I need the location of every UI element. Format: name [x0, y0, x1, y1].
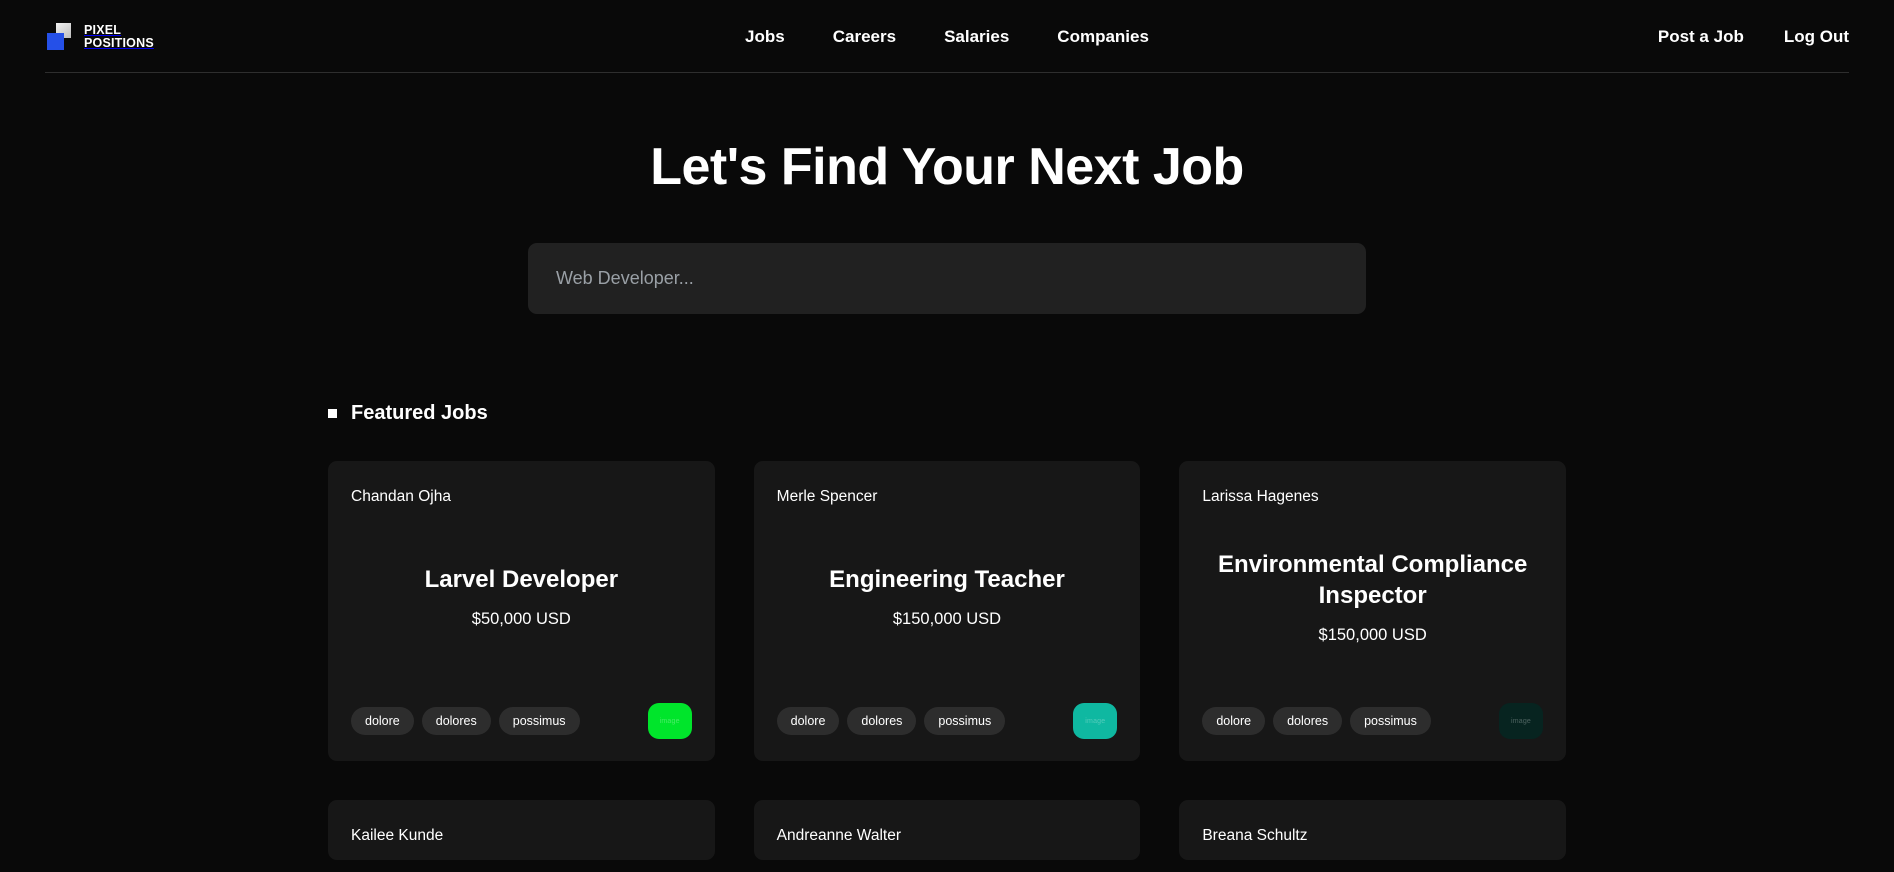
- job-card-salary: $50,000 USD: [471, 610, 571, 629]
- account-navigation: Post a Job Log Out: [1549, 27, 1849, 47]
- job-tag[interactable]: dolores: [421, 707, 491, 736]
- job-card-body: Engineering Teacher $150,000 USD: [777, 506, 1118, 703]
- brand-logo[interactable]: PIXEL POSITIONS: [45, 22, 345, 52]
- job-card-employer: Chandan Ojha: [351, 488, 451, 506]
- logo-blue-square-icon: [47, 32, 64, 50]
- company-logo-thumbnail: image: [1073, 703, 1118, 740]
- pixel-positions-logo-icon: [45, 22, 75, 52]
- nav-link-log-out[interactable]: Log Out: [1784, 27, 1849, 47]
- job-card-employer: Larissa Hagenes: [1202, 488, 1319, 506]
- job-card-footer: dolore dolores possimus image: [776, 703, 1118, 740]
- job-tag[interactable]: possimus: [1350, 707, 1431, 736]
- job-card-salary: $150,000 USD: [1318, 625, 1427, 644]
- job-tag[interactable]: dolore: [776, 707, 840, 736]
- job-card-role: Engineering Teacher: [829, 566, 1065, 594]
- company-logo-thumbnail: image: [1498, 703, 1543, 740]
- featured-jobs-heading: Featured Jobs: [328, 402, 1566, 425]
- job-card[interactable]: Breana Schultz: [1179, 800, 1566, 861]
- brand-line-1: PIXEL: [84, 22, 122, 37]
- nav-link-careers[interactable]: Careers: [833, 27, 896, 47]
- square-bullet-icon: [328, 409, 337, 419]
- job-tag[interactable]: dolore: [1202, 707, 1266, 736]
- featured-jobs-section: Featured Jobs Chandan Ojha Larvel Develo…: [0, 402, 1894, 861]
- primary-navigation: Jobs Careers Salaries Companies: [345, 27, 1549, 47]
- job-card[interactable]: Merle Spencer Engineering Teacher $150,0…: [753, 461, 1141, 762]
- job-card-employer: Andreanne Walter: [776, 827, 902, 845]
- job-card[interactable]: Chandan Ojha Larvel Developer $50,000 US…: [328, 461, 715, 762]
- hero-section: Let's Find Your Next Job: [0, 73, 1894, 315]
- job-card-employer: Breana Schultz: [1202, 827, 1308, 845]
- page-title: Let's Find Your Next Job: [650, 138, 1244, 196]
- job-card-tags: dolore dolores possimus: [351, 707, 580, 736]
- featured-jobs-grid-row-two: Kailee Kunde Andreanne Walter Breana Sch…: [328, 800, 1566, 861]
- job-search-input[interactable]: [528, 243, 1366, 315]
- job-card-employer: Kailee Kunde: [351, 827, 444, 845]
- job-card-tags: dolore dolores possimus: [1202, 707, 1431, 736]
- job-tag[interactable]: dolores: [847, 707, 917, 736]
- job-card-body: Larvel Developer $50,000 USD: [351, 506, 692, 703]
- job-tag[interactable]: dolore: [351, 707, 414, 736]
- job-search-form: [528, 243, 1366, 315]
- job-card-employer: Merle Spencer: [776, 488, 878, 506]
- nav-link-companies[interactable]: Companies: [1057, 27, 1149, 47]
- job-card-salary: $150,000 USD: [892, 610, 1002, 629]
- job-card[interactable]: Andreanne Walter: [753, 800, 1141, 861]
- nav-link-jobs[interactable]: Jobs: [745, 27, 785, 47]
- job-card[interactable]: Larissa Hagenes Environmental Compliance…: [1179, 461, 1566, 762]
- job-card[interactable]: Kailee Kunde: [328, 800, 715, 861]
- job-card-body: Environmental Compliance Inspector $150,…: [1202, 506, 1543, 703]
- job-card-role: Larvel Developer: [424, 566, 619, 594]
- job-tag[interactable]: possimus: [924, 707, 1006, 736]
- job-card-footer: dolore dolores possimus image: [351, 703, 692, 740]
- company-logo-thumbnail: image: [647, 703, 692, 740]
- job-card-footer: dolore dolores possimus image: [1202, 703, 1543, 740]
- site-header: PIXEL POSITIONS Jobs Careers Salaries Co…: [0, 0, 1894, 73]
- job-card-role: Environmental Compliance Inspector: [1217, 550, 1528, 609]
- brand-wordmark: PIXEL POSITIONS: [84, 22, 154, 50]
- featured-jobs-grid: Chandan Ojha Larvel Developer $50,000 US…: [328, 461, 1566, 762]
- job-card-tags: dolore dolores possimus: [776, 707, 1006, 736]
- job-tag[interactable]: dolores: [1273, 707, 1343, 736]
- section-title: Featured Jobs: [351, 402, 488, 425]
- brand-line-2: POSITIONS: [84, 35, 154, 50]
- nav-link-post-a-job[interactable]: Post a Job: [1658, 27, 1744, 47]
- nav-link-salaries[interactable]: Salaries: [944, 27, 1009, 47]
- job-tag[interactable]: possimus: [498, 707, 580, 736]
